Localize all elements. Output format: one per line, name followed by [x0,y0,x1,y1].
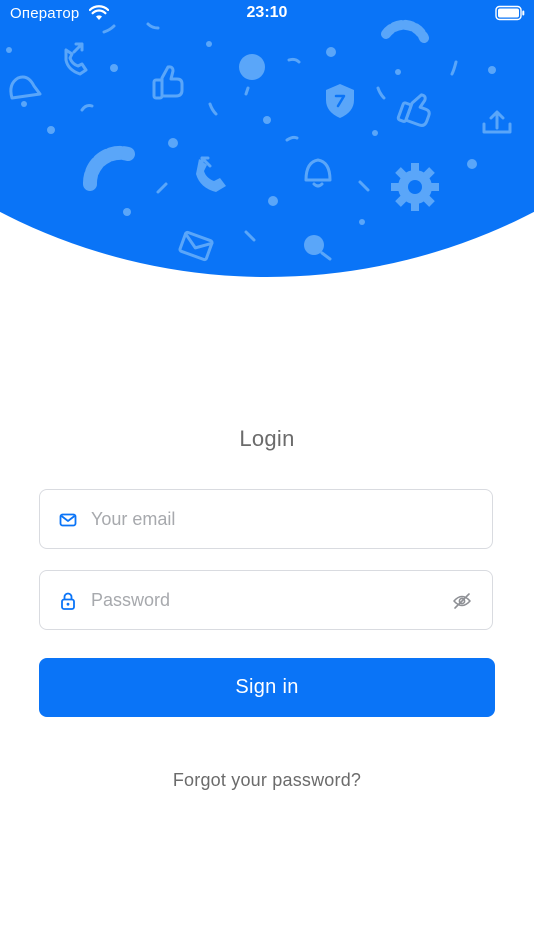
eye-off-icon[interactable] [452,591,472,611]
forgot-password-link[interactable]: Forgot your password? [0,770,534,791]
email-field[interactable] [39,489,493,549]
envelope-icon [59,513,77,527]
status-bar: Оператор 23:10 [0,0,534,28]
sign-in-button[interactable]: Sign in [39,658,495,717]
page-title: Login [239,426,295,451]
lock-icon [61,592,75,610]
email-input[interactable] [91,490,431,548]
status-time: 23:10 [246,4,288,21]
login-screen: Оператор 23:10 Login Your email Sign in … [0,0,534,950]
battery-icon [495,5,525,21]
hero-banner [0,0,534,280]
gear-icon [391,163,439,211]
password-field[interactable] [39,570,493,630]
password-input[interactable] [91,571,431,629]
